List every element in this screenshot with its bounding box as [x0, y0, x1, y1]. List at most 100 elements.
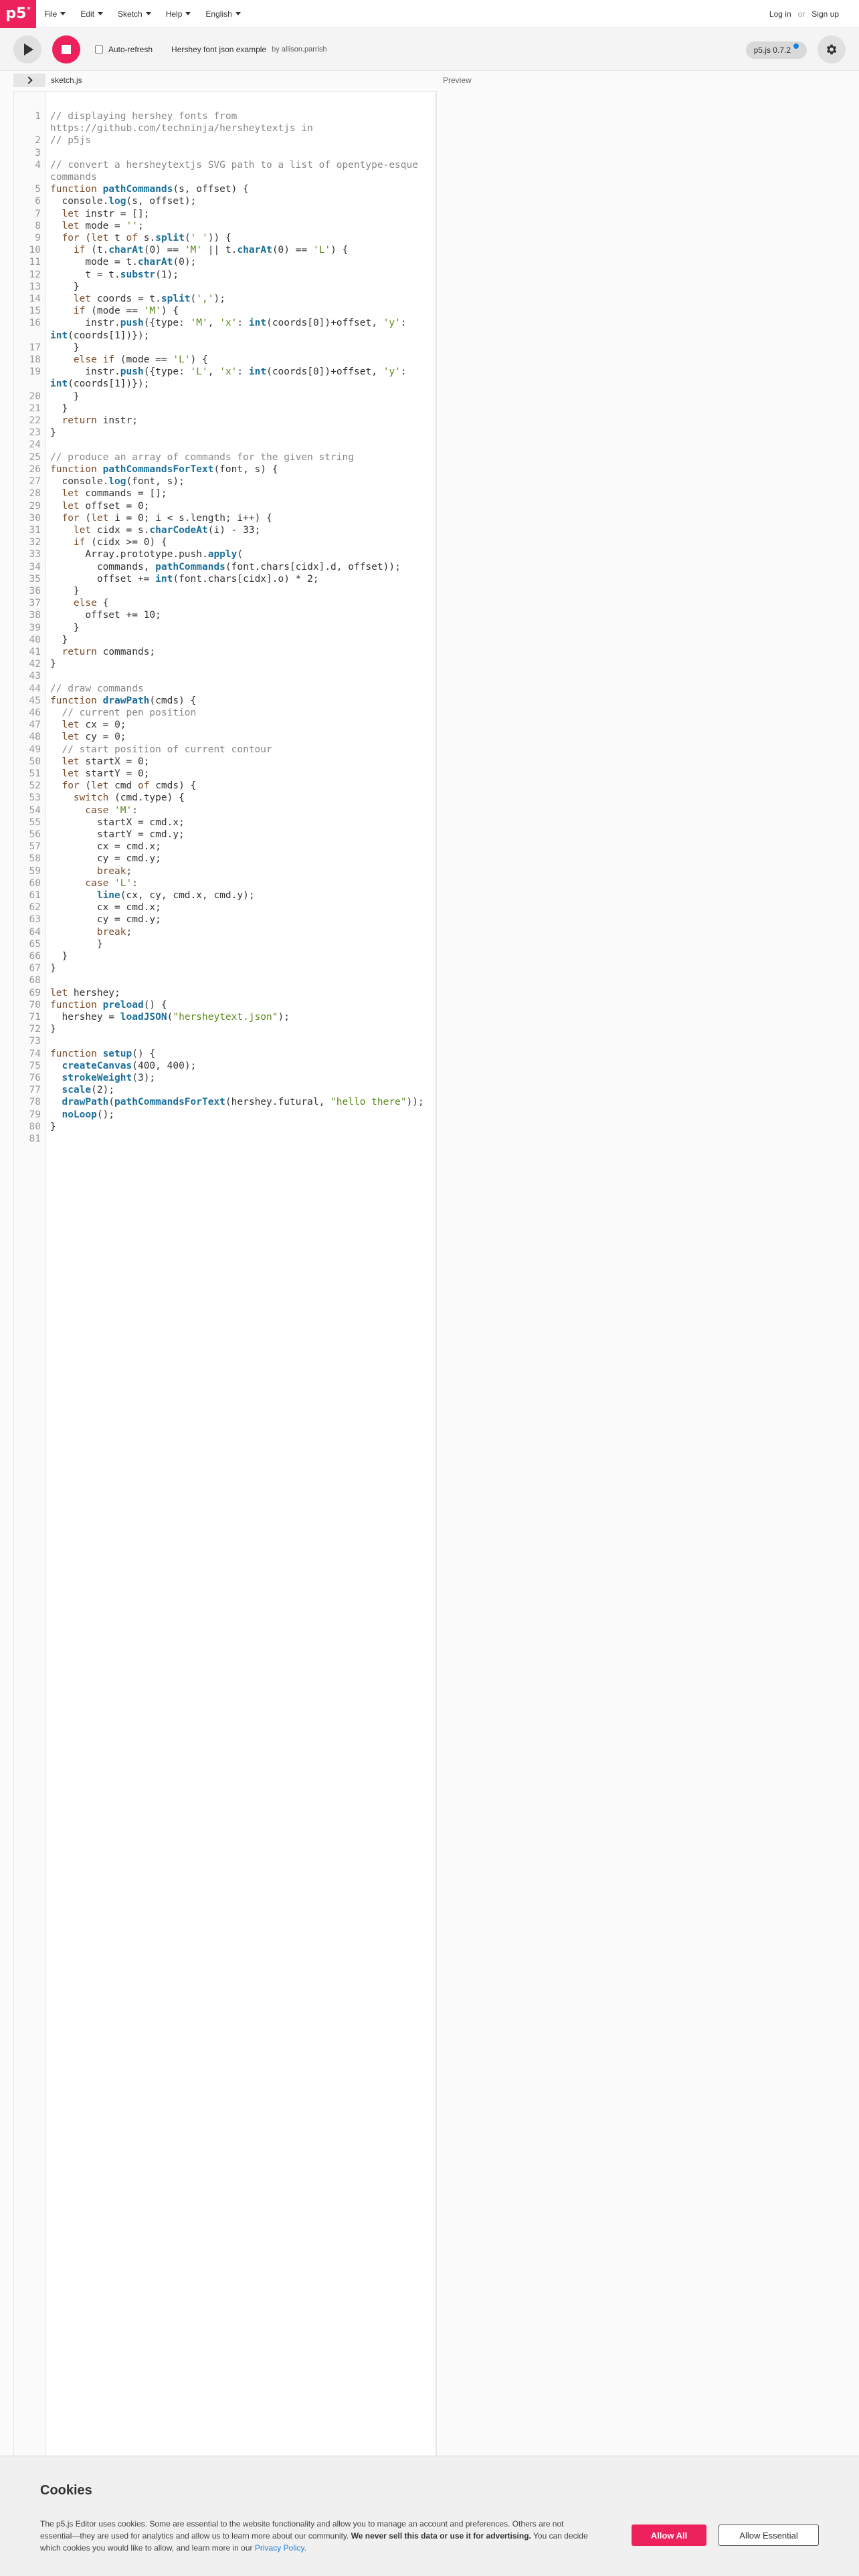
code-line[interactable]: 52 for (let cmd of cmds) { — [14, 780, 436, 792]
code-line[interactable]: 30 for (let i = 0; i < s.length; i++) { — [14, 512, 436, 524]
code-line[interactable]: 54 case 'M': — [14, 804, 436, 817]
code-line[interactable]: 77 scale(2); — [14, 1084, 436, 1096]
code-line[interactable]: 68​ — [14, 974, 436, 986]
code-line[interactable]: 79 noLoop(); — [14, 1109, 436, 1121]
code-line[interactable]: 6 console.log(s, offset); — [14, 195, 436, 207]
code-line[interactable]: 57 cx = cmd.x; — [14, 841, 436, 853]
menu-file[interactable]: File — [44, 9, 66, 19]
code-line[interactable]: 42} — [14, 658, 436, 670]
code-line[interactable]: 44 // draw commands — [14, 683, 436, 695]
code-line[interactable]: 46 // current pen position — [14, 707, 436, 719]
code-line[interactable]: 53 switch (cmd.type) { — [14, 792, 436, 804]
code-line[interactable]: 4 // convert a hersheytextjs SVG path to … — [14, 159, 436, 183]
code-line[interactable]: 20 } — [14, 391, 436, 403]
code-line[interactable]: 15 if (mode == 'M') { — [14, 305, 436, 317]
code-line[interactable]: 49 // start position of current contour — [14, 744, 436, 756]
code-line[interactable]: 45 function drawPath(cmds) { — [14, 695, 436, 707]
code-line[interactable]: 67} — [14, 962, 436, 974]
code-line[interactable]: 1 // displaying hershey fonts from https:… — [14, 110, 436, 134]
code-line[interactable]: 37 else { — [14, 597, 436, 609]
code-line[interactable]: 65 } — [14, 938, 436, 950]
sidebar-toggle-button[interactable] — [13, 74, 45, 87]
code-line[interactable]: 43​ — [14, 670, 436, 682]
code-line[interactable]: 56 startY = cmd.y; — [14, 829, 436, 841]
code-line[interactable]: 13 } — [14, 281, 436, 293]
code-line[interactable]: 24​ — [14, 439, 436, 451]
code-line[interactable]: 60 case 'L': — [14, 877, 436, 889]
code-line[interactable]: 72} — [14, 1023, 436, 1035]
code-line[interactable]: 31 let cidx = s.charCodeAt(i) - 33; — [14, 524, 436, 536]
code-line[interactable]: 22 return instr; — [14, 415, 436, 427]
code-line[interactable]: 29 let offset = 0; — [14, 500, 436, 512]
play-button[interactable] — [13, 35, 41, 64]
project-name[interactable]: Hershey font json example — [171, 45, 266, 54]
allow-essential-button[interactable]: Allow Essential — [719, 2525, 819, 2546]
code-line[interactable]: 11 mode = t.charAt(0); — [14, 256, 436, 268]
code-line[interactable]: 47 let cx = 0; — [14, 719, 436, 731]
code-line[interactable]: 28 let commands = []; — [14, 488, 436, 500]
code-line[interactable]: 10 if (t.charAt(0) == 'M' || t.charAt(0)… — [14, 244, 436, 256]
code-line[interactable]: 69 let hershey; — [14, 987, 436, 999]
settings-button[interactable] — [818, 35, 846, 64]
privacy-policy-link[interactable]: Privacy Policy — [255, 2543, 304, 2553]
code-line[interactable]: 76 strokeWeight(3); — [14, 1072, 436, 1084]
code-line[interactable]: 33 Array.prototype.push.apply( — [14, 548, 436, 560]
code-line[interactable]: 63 cy = cmd.y; — [14, 914, 436, 926]
menu-sketch[interactable]: Sketch — [118, 9, 151, 19]
code-line[interactable]: 27 console.log(font, s); — [14, 475, 436, 488]
code-line[interactable]: 75 createCanvas(400, 400); — [14, 1060, 436, 1072]
menu-help[interactable]: Help — [166, 9, 191, 19]
code-line[interactable]: 17 } — [14, 342, 436, 354]
code-line[interactable]: 74 function setup() { — [14, 1048, 436, 1060]
code-line[interactable]: 7 let instr = []; — [14, 208, 436, 220]
author-link[interactable]: allison.parrish — [282, 45, 327, 53]
signup-link[interactable]: Sign up — [812, 9, 839, 19]
code-line[interactable]: 61 line(cx, cy, cmd.x, cmd.y); — [14, 889, 436, 901]
file-tab-sketch-js[interactable]: sketch.js — [51, 76, 82, 85]
code-line[interactable]: 58 cy = cmd.y; — [14, 853, 436, 865]
login-link[interactable]: Log in — [769, 9, 791, 19]
stop-button[interactable] — [52, 35, 80, 64]
menu-language[interactable]: English — [205, 9, 241, 19]
code-editor[interactable]: 1 // displaying hershey fonts from https:… — [13, 91, 436, 2488]
code-line[interactable]: 38 offset += 10; — [14, 609, 436, 621]
code-line[interactable]: 66 } — [14, 950, 436, 962]
code-line[interactable]: 14 let coords = t.split(','); — [14, 293, 436, 305]
code-line[interactable]: 36 } — [14, 585, 436, 597]
version-badge[interactable]: p5.js 0.7.2 — [745, 41, 807, 59]
code-line[interactable]: 39 } — [14, 622, 436, 634]
code-line[interactable]: 62 cx = cmd.x; — [14, 901, 436, 914]
code-line[interactable]: 18 else if (mode == 'L') { — [14, 354, 436, 366]
code-line[interactable]: 80} — [14, 1121, 436, 1133]
code-line[interactable]: 34 commands, pathCommands(font.chars[cid… — [14, 561, 436, 573]
code-line[interactable]: 9 for (let t of s.split(' ')) { — [14, 232, 436, 244]
code-line[interactable]: 32 if (cidx >= 0) { — [14, 536, 436, 548]
code-line[interactable]: 21 } — [14, 403, 436, 415]
code-line[interactable]: 48 let cy = 0; — [14, 731, 436, 743]
code-line[interactable]: 23} — [14, 427, 436, 439]
allow-all-button[interactable]: Allow All — [632, 2525, 706, 2546]
code-line[interactable]: 55 startX = cmd.x; — [14, 817, 436, 829]
code-line[interactable]: 71 hershey = loadJSON("hersheytext.json"… — [14, 1011, 436, 1023]
code-content[interactable]: 1 // displaying hershey fonts from https:… — [14, 110, 436, 1145]
code-line[interactable]: 5 function pathCommands(s, offset) { — [14, 183, 436, 195]
code-line[interactable]: 19 instr.push({type: 'L', 'x': int(coord… — [14, 366, 436, 390]
auto-refresh-checkbox[interactable] — [95, 45, 103, 53]
menu-edit[interactable]: Edit — [80, 9, 104, 19]
code-line[interactable]: 78 drawPath(pathCommandsForText(hershey.… — [14, 1096, 436, 1108]
code-line[interactable]: 40 } — [14, 634, 436, 646]
code-line[interactable]: 64 break; — [14, 926, 436, 938]
code-line[interactable]: 25 // produce an array of commands for th… — [14, 451, 436, 463]
preview-pane[interactable] — [436, 91, 859, 2488]
code-line[interactable]: 16 instr.push({type: 'M', 'x': int(coord… — [14, 317, 436, 341]
p5-logo[interactable]: p5 * — [0, 0, 36, 28]
code-line[interactable]: 81​ — [14, 1133, 436, 1145]
code-line[interactable]: 35 offset += int(font.chars[cidx].o) * 2… — [14, 573, 436, 585]
code-line[interactable]: 50 let startX = 0; — [14, 756, 436, 768]
code-line[interactable]: 59 break; — [14, 865, 436, 877]
code-line[interactable]: 70 function preload() { — [14, 999, 436, 1011]
code-line[interactable]: 12 t = t.substr(1); — [14, 269, 436, 281]
code-line[interactable]: 26 function pathCommandsForText(font, s) … — [14, 463, 436, 475]
code-line[interactable]: 51 let startY = 0; — [14, 768, 436, 780]
code-line[interactable]: 2 // p5js — [14, 134, 436, 146]
